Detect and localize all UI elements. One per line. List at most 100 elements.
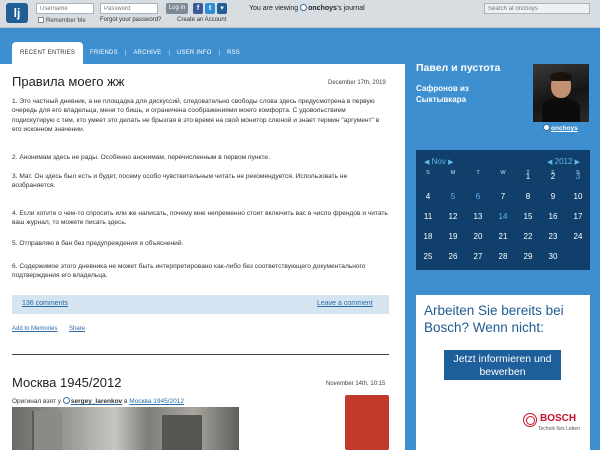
calendar-day: 8 (525, 192, 531, 201)
livejournal-logo-icon[interactable]: lj (6, 3, 28, 23)
calendar-day: 28 (498, 252, 508, 261)
journal-tabs: RECENT ENTRIES FRIENDS | ARCHIVE | USER … (12, 42, 247, 64)
journal-subtitle: Сафронов из Сыктывкара (416, 84, 469, 104)
calendar-day: 25 (423, 252, 433, 261)
calendar-day: 9 (550, 192, 556, 201)
entry-paragraph: 2. Анонимам здесь не рады. Особенно анон… (12, 154, 270, 161)
calendar-day[interactable]: 5 (443, 192, 463, 201)
calendar-day: 21 (498, 232, 508, 241)
avatar-hair-shape (550, 72, 572, 81)
login-button[interactable]: Log in (166, 3, 188, 14)
entry-photo-fragment (345, 395, 389, 450)
calendar-month[interactable]: Nov (432, 157, 446, 166)
dropdown-icon[interactable]: ▾ (217, 3, 227, 14)
calendar-weekday-label: T (476, 170, 480, 176)
calendar-widget: ◀ Nov ▶ ◀ 2012 ▶ S M T W T F S 1 2 3 4 5 6 7 8 9 10 11 12 1… (416, 150, 590, 270)
entries-column: Правила моего жж December 17th, 2019 1. … (0, 64, 405, 450)
remember-me-checkbox[interactable]: Remember Me (38, 17, 86, 24)
entry-paragraph: 5. Отправляю в бан без предупреждения и … (12, 240, 184, 247)
bosch-advertisement[interactable]: Arbeiten Sie bereits bei Bosch? Wenn nic… (416, 295, 590, 450)
ad-tagline: Technik fürs Leben (538, 426, 580, 432)
calendar-day: 1 (525, 172, 531, 181)
tab-recent-entries[interactable]: RECENT ENTRIES (12, 42, 84, 64)
calendar-weekday-label: W (500, 170, 506, 176)
entry-photo[interactable] (12, 407, 239, 450)
entry-title[interactable]: Правила моего жж (12, 74, 125, 89)
calendar-day: 26 (448, 252, 458, 261)
search-input[interactable] (484, 3, 590, 14)
entry-divider (12, 354, 389, 355)
entry-date: November 14th, 10:15 (326, 381, 386, 387)
prev-year-icon[interactable]: ◀ (547, 159, 552, 166)
share-link[interactable]: Share (69, 326, 85, 332)
ad-apply-button[interactable]: Jetzt informieren und bewerben (444, 350, 561, 380)
ad-brand: BOSCH (540, 413, 577, 424)
comments-count-link[interactable]: 136 comments (22, 300, 68, 307)
entry-paragraph: 6. Содержимое этого дневника не может бы… (12, 263, 366, 280)
calendar-year-nav[interactable]: ◀ 2012 ▶ (547, 157, 580, 166)
create-account-link[interactable]: Create an Account (177, 17, 226, 23)
twitter-icon[interactable]: t (205, 3, 215, 14)
add-to-memories-link[interactable]: Add to Memories (12, 326, 57, 332)
calendar-day: 30 (548, 252, 558, 261)
calendar-day: 29 (523, 252, 533, 261)
viewing-journal-text: You are viewing onchoys's journal (249, 4, 365, 12)
calendar-day[interactable]: 3 (568, 172, 588, 181)
calendar-day: 23 (548, 232, 558, 241)
user-icon[interactable] (300, 4, 308, 11)
forgot-password-link[interactable]: Forgot your password? (100, 17, 161, 23)
tab-rss[interactable]: RSS (220, 42, 247, 64)
calendar-day: 16 (548, 212, 558, 221)
userpic-avatar[interactable] (533, 64, 589, 122)
tab-archive[interactable]: ARCHIVE (126, 42, 168, 64)
calendar-day: 19 (448, 232, 458, 241)
calendar-day: 15 (523, 212, 533, 221)
source-post-link[interactable]: Москва 1945/2012 (129, 398, 184, 405)
calendar-weekday-label: M (450, 170, 456, 176)
next-month-icon[interactable]: ▶ (448, 159, 453, 166)
top-navigation-bar: lj Log in f t ▾ Remember Me Forgot your … (0, 0, 600, 28)
calendar-day: 22 (523, 232, 533, 241)
repost-source: Оригинал взят у sergey_larenkov в Москва… (12, 397, 184, 405)
source-user-link[interactable]: sergey_larenkov (71, 398, 122, 405)
comments-bar: 136 comments Leave a comment (12, 295, 389, 314)
user-icon[interactable] (62, 397, 70, 404)
photo-building-shape (32, 411, 62, 450)
checkbox-icon[interactable] (38, 17, 44, 23)
ad-headline: Arbeiten Sie bereits bei Bosch? Wenn nic… (424, 303, 564, 335)
calendar-day[interactable]: 14 (493, 212, 513, 221)
viewing-user-link[interactable]: onchoys (308, 5, 337, 12)
tab-user-info[interactable]: USER INFO (170, 42, 218, 64)
calendar-day: 13 (473, 212, 483, 221)
calendar-day: 2 (550, 172, 556, 181)
leave-comment-link[interactable]: Leave a comment (317, 300, 373, 307)
photo-building-shape (162, 415, 202, 450)
calendar-year[interactable]: 2012 (555, 157, 573, 166)
entry-paragraph: 4. Если хотите о чем-то спросить или же … (12, 210, 388, 227)
username-input[interactable] (36, 3, 94, 14)
entry-paragraph: 3. Мат. Он здесь был есть и будет, посем… (12, 173, 348, 190)
password-input[interactable] (100, 3, 158, 14)
calendar-day: 4 (425, 192, 431, 201)
facebook-icon[interactable]: f (193, 3, 203, 14)
calendar-day: 10 (573, 192, 583, 201)
calendar-day: 7 (500, 192, 506, 201)
next-year-icon[interactable]: ▶ (575, 159, 580, 166)
bosch-logo-icon (523, 413, 537, 427)
calendar-weekday-label: S (426, 170, 430, 176)
entry-title[interactable]: Москва 1945/2012 (12, 375, 121, 390)
avatar-body-shape (542, 98, 580, 122)
calendar-day: 18 (423, 232, 433, 241)
calendar-day: 27 (473, 252, 483, 261)
calendar-day: 17 (573, 212, 583, 221)
calendar-day[interactable]: 6 (468, 192, 488, 201)
user-icon[interactable] (543, 124, 550, 131)
userpic-username-link[interactable]: onchoys (543, 124, 578, 132)
tab-friends[interactable]: FRIENDS (83, 42, 125, 64)
calendar-month-nav[interactable]: ◀ Nov ▶ (424, 157, 453, 166)
calendar-day: 12 (448, 212, 458, 221)
journal-title: Павел и пустота (416, 62, 501, 74)
calendar-day: 11 (423, 212, 433, 221)
entry-date: December 17th, 2019 (328, 80, 386, 86)
prev-month-icon[interactable]: ◀ (424, 159, 429, 166)
